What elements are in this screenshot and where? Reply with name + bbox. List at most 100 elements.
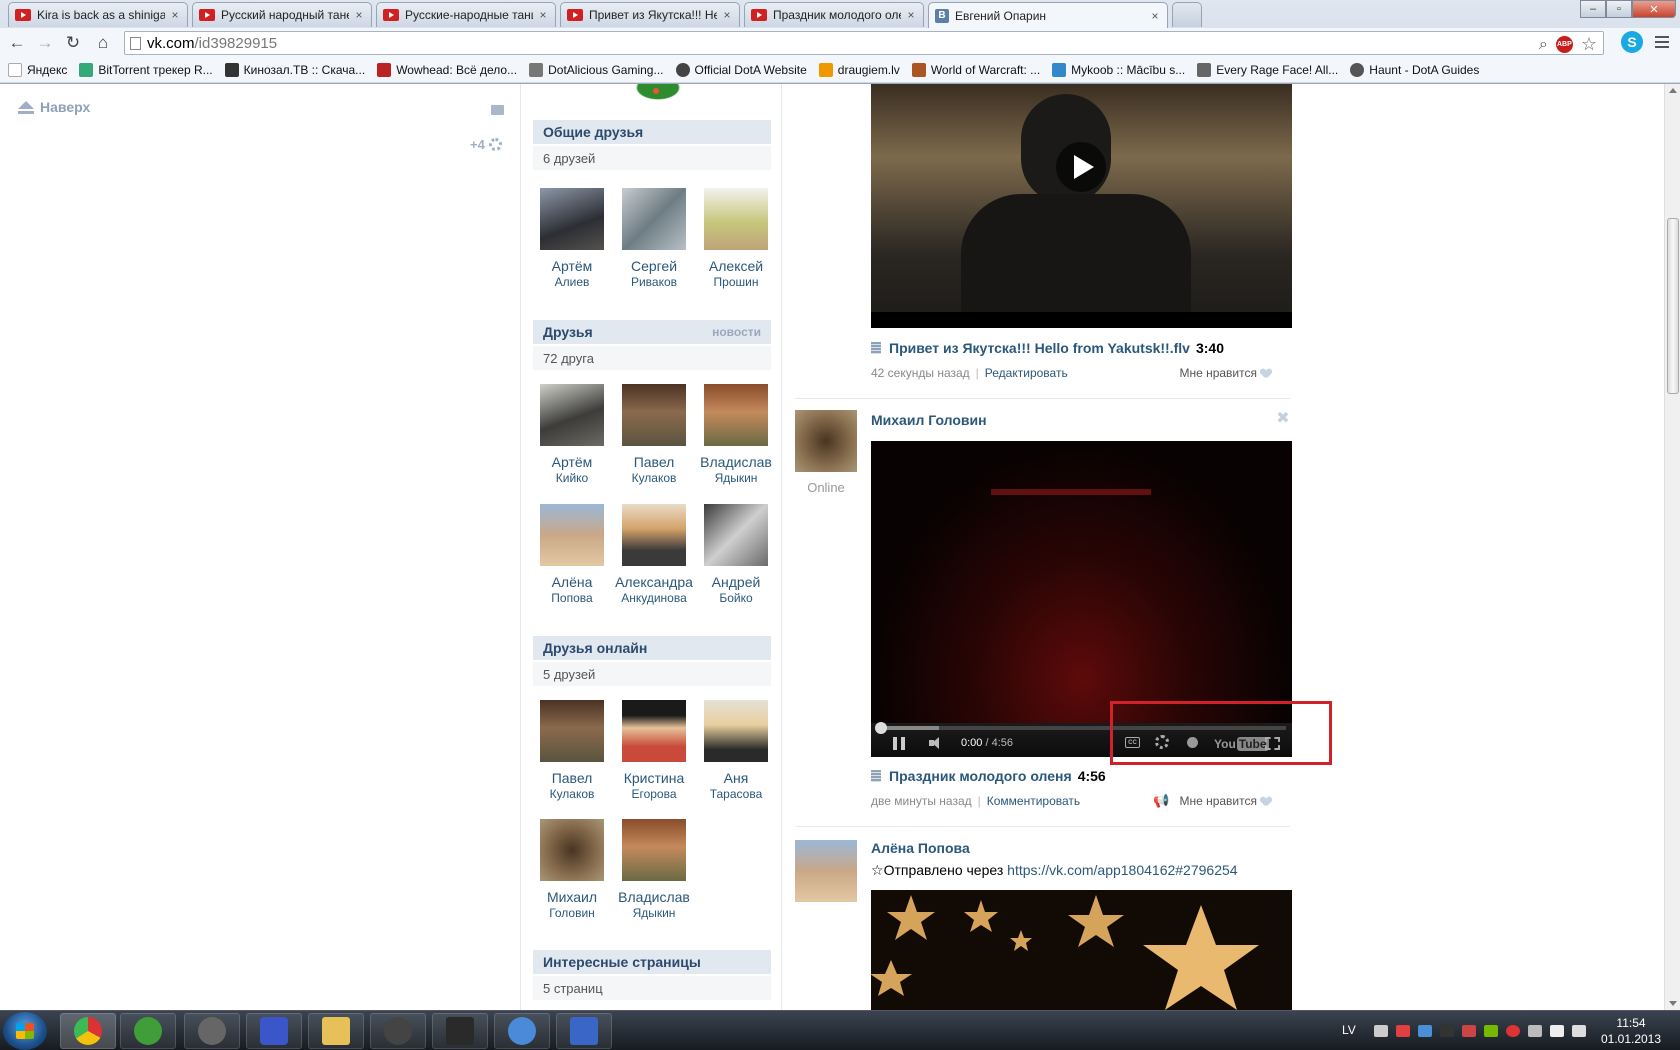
friend-photo[interactable] <box>540 384 604 446</box>
friend-photo[interactable] <box>622 384 686 446</box>
close-icon[interactable]: ✖ <box>1276 411 1290 427</box>
module-friends-count[interactable]: 72 друга <box>533 346 771 370</box>
new-tab-button[interactable] <box>1172 2 1202 27</box>
language-indicator[interactable]: LV <box>1342 1023 1356 1037</box>
friend-photo[interactable] <box>622 188 686 250</box>
edit-link[interactable]: Редактировать <box>985 366 1068 380</box>
volume-icon[interactable] <box>1572 1025 1586 1037</box>
friend-card[interactable]: Андрей Бойко <box>695 504 777 606</box>
scroll-thumb[interactable] <box>1667 218 1679 394</box>
tray-icon[interactable] <box>1396 1025 1410 1037</box>
home-icon[interactable]: ⌂ <box>92 32 114 54</box>
play-icon[interactable] <box>1056 142 1106 192</box>
friend-first-name[interactable]: Владислав <box>695 454 777 470</box>
friend-first-name[interactable]: Павел <box>613 454 695 470</box>
post-author-link[interactable]: Алёна Попова <box>871 840 970 856</box>
module-friends-online-count[interactable]: 5 друзей <box>533 662 771 686</box>
close-window-icon[interactable]: ✕ <box>1632 0 1676 18</box>
friend-last-name[interactable]: Анкудинова <box>613 590 695 606</box>
friend-card[interactable]: Владислав Ядыкин <box>613 819 695 921</box>
forward-icon[interactable]: → <box>34 32 56 54</box>
skype-icon[interactable]: S <box>1621 31 1643 53</box>
friend-first-name[interactable]: Кристина <box>613 770 695 786</box>
module-interesting-pages-header[interactable]: Интересные страницы <box>533 950 771 974</box>
tray-icon[interactable] <box>1440 1025 1454 1037</box>
post-author-link[interactable]: Михаил Головин <box>871 412 987 428</box>
post-time[interactable]: две минуты назад <box>871 794 972 808</box>
video-title-link[interactable]: Привет из Якутска!!! Hello from Yakutsk!… <box>889 340 1190 356</box>
friend-card[interactable]: Аня Тарасова <box>695 700 777 802</box>
taskbar-app-steam[interactable] <box>370 1013 426 1049</box>
friends-news-link[interactable]: новости <box>712 325 761 339</box>
module-common-friends-header[interactable]: Общие друзья <box>533 120 771 144</box>
scroll-up-icon[interactable] <box>1669 88 1677 93</box>
reload-icon[interactable]: ↻ <box>62 32 84 54</box>
adblock-icon[interactable]: ABP <box>1555 36 1573 53</box>
friend-card[interactable]: Кристина Егорова <box>613 700 695 802</box>
friend-first-name[interactable]: Павел <box>531 770 613 786</box>
bookmark-dotalicious[interactable]: DotAlicious Gaming... <box>529 63 664 77</box>
bookmark-mykoob[interactable]: Mykoob :: Mācību s... <box>1052 63 1185 77</box>
bookmark-rage-face[interactable]: Every Rage Face! All... <box>1197 63 1338 77</box>
like-button[interactable]: Мне нравится <box>1179 366 1271 380</box>
bookmark-haunt[interactable]: Haunt - DotA Guides <box>1350 63 1479 77</box>
friend-card[interactable]: Алексей Прошин <box>695 188 777 290</box>
gear-icon[interactable] <box>488 138 502 151</box>
tab-russian-dance[interactable]: Русский народный танец × <box>192 2 372 27</box>
friend-first-name[interactable]: Алёна <box>531 574 613 590</box>
friend-card[interactable]: Павел Кулаков <box>531 700 613 802</box>
page-scrollbar[interactable] <box>1664 84 1680 1010</box>
friend-card[interactable]: Сергей Риваков <box>613 188 695 290</box>
taskbar-app-mpc[interactable] <box>246 1013 302 1049</box>
friend-first-name[interactable]: Аня <box>695 770 777 786</box>
search-icon[interactable]: ⌕ <box>1539 36 1548 54</box>
post-image-stars[interactable] <box>871 890 1292 1010</box>
bookmark-draugiem[interactable]: draugiem.lv <box>818 63 900 77</box>
friend-photo[interactable] <box>704 504 768 566</box>
tab-close-icon[interactable]: × <box>353 8 365 22</box>
friend-photo[interactable] <box>622 700 686 762</box>
tray-icon[interactable] <box>1374 1025 1388 1037</box>
mail-icon[interactable] <box>491 105 504 115</box>
scrubber-handle[interactable] <box>875 722 887 734</box>
tray-icon[interactable] <box>1418 1025 1432 1037</box>
tab-close-icon[interactable]: × <box>905 8 917 22</box>
friend-card[interactable]: Артём Алиев <box>531 188 613 290</box>
tab-close-icon[interactable]: × <box>537 8 549 22</box>
like-button[interactable]: Мне нравится <box>1179 794 1271 808</box>
taskbar-app-program[interactable] <box>556 1013 612 1049</box>
friend-card[interactable]: Михаил Головин <box>531 819 613 921</box>
taskbar-app-explorer[interactable] <box>308 1013 364 1049</box>
bookmark-star-icon[interactable]: ☆ <box>1581 34 1597 55</box>
bookmark-bittorrent[interactable]: BitTorrent трекер R... <box>79 63 213 77</box>
friend-photo[interactable] <box>540 819 604 881</box>
friend-last-name[interactable]: Алиев <box>531 274 613 290</box>
friend-photo[interactable] <box>540 188 604 250</box>
tray-icon[interactable] <box>1528 1025 1542 1037</box>
minimize-icon[interactable]: – <box>1580 0 1606 18</box>
friend-last-name[interactable]: Бойко <box>695 590 777 606</box>
friend-photo[interactable] <box>704 188 768 250</box>
taskbar-app-media[interactable] <box>432 1013 488 1049</box>
friend-photo[interactable] <box>540 700 604 762</box>
friend-first-name[interactable]: Артём <box>531 258 613 274</box>
friend-last-name[interactable]: Тарасова <box>695 786 777 802</box>
friend-last-name[interactable]: Головин <box>531 905 613 921</box>
module-common-friends-count[interactable]: 6 друзей <box>533 146 771 170</box>
tab-close-icon[interactable]: × <box>1149 9 1161 23</box>
maximize-icon[interactable]: ▫ <box>1606 0 1632 18</box>
post-time[interactable]: 42 секунды назад <box>871 366 970 380</box>
friend-last-name[interactable]: Егорова <box>613 786 695 802</box>
tab-yakutsk[interactable]: Привет из Якутска!!! Hello × <box>560 2 740 27</box>
back-to-top-link[interactable]: Наверх <box>18 99 90 115</box>
taskbar-clock[interactable]: 11:54 01.01.2013 <box>1596 1015 1666 1047</box>
volume-button[interactable] <box>929 737 945 749</box>
module-interesting-pages-count[interactable]: 5 страниц <box>533 976 771 1000</box>
share-icon[interactable]: 📢 <box>1153 793 1169 809</box>
nvidia-icon[interactable] <box>1484 1025 1498 1037</box>
tab-deer-holiday[interactable]: Праздник молодого оленя × <box>744 2 924 27</box>
network-icon[interactable] <box>1550 1025 1564 1037</box>
friend-first-name[interactable]: Андрей <box>695 574 777 590</box>
tab-evgeny-oparin[interactable]: В Евгений Опарин × <box>928 2 1168 28</box>
back-icon[interactable]: ← <box>6 32 28 54</box>
